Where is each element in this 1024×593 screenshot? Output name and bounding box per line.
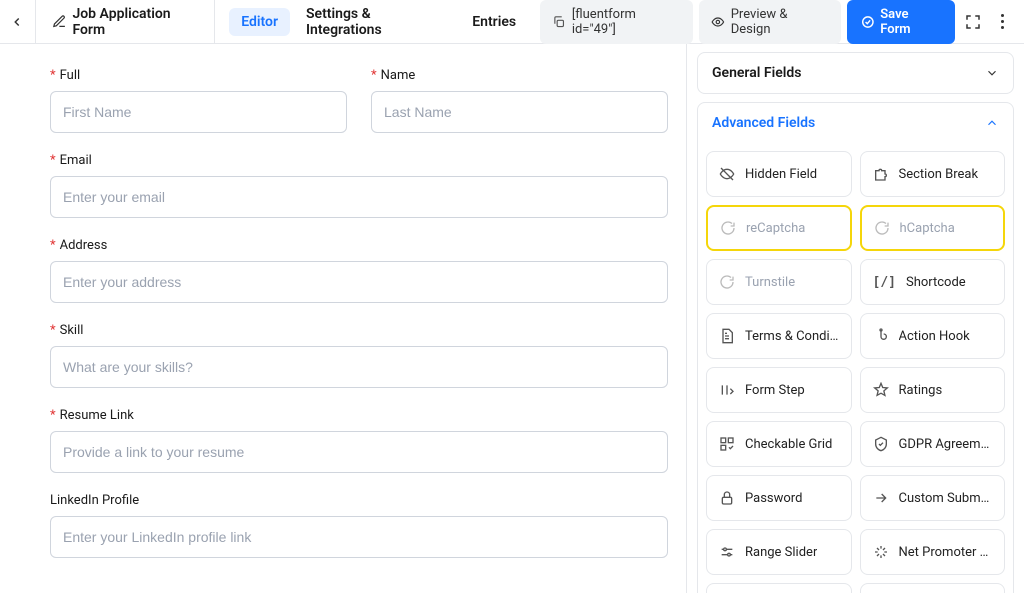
field-password[interactable]: Password	[706, 475, 852, 521]
tab-settings[interactable]: Settings & Integrations	[294, 0, 456, 44]
field-custom-submit[interactable]: Custom Submit ...	[860, 475, 1006, 521]
advanced-fields-grid: Hidden Field Section Break reCaptcha hCa…	[698, 143, 1013, 593]
arrow-right-icon	[873, 490, 889, 506]
field-skill[interactable]: *Skill	[50, 323, 668, 388]
lock-icon	[719, 490, 735, 506]
more-button[interactable]	[990, 10, 1014, 34]
label-address: *Address	[50, 238, 668, 253]
tab-entries[interactable]: Entries	[460, 8, 528, 36]
eye-off-icon	[719, 166, 735, 182]
field-checkable-grid[interactable]: Checkable Grid	[706, 421, 852, 467]
page-title-text: Job Application Form	[72, 6, 204, 38]
form-canvas: *Full *Name *Email *Address *Skill	[0, 44, 686, 593]
back-button[interactable]	[10, 0, 36, 44]
input-address[interactable]	[50, 261, 668, 303]
grid-icon	[719, 436, 735, 452]
field-hcaptcha[interactable]: hCaptcha	[860, 205, 1006, 251]
field-action-hook[interactable]: Action Hook	[860, 313, 1006, 359]
captcha-icon	[720, 220, 736, 236]
code-icon: [/]	[873, 275, 896, 290]
resume-row: *Resume Link	[50, 408, 668, 473]
captcha-icon	[719, 274, 735, 290]
preview-label: Preview & Design	[731, 7, 829, 37]
edit-icon	[52, 14, 67, 29]
email-row: *Email	[50, 153, 668, 218]
field-range-slider[interactable]: Range Slider	[706, 529, 852, 575]
label-resume: *Resume Link	[50, 408, 668, 423]
field-hidden[interactable]: Hidden Field	[706, 151, 852, 197]
preview-button[interactable]: Preview & Design	[699, 0, 841, 44]
field-section-break[interactable]: Section Break	[860, 151, 1006, 197]
slider-icon	[719, 544, 735, 560]
field-recaptcha[interactable]: reCaptcha	[706, 205, 852, 251]
tab-editor[interactable]: Editor	[229, 8, 290, 36]
field-color-picker[interactable]: Color Picker	[860, 583, 1006, 593]
field-resume[interactable]: *Resume Link	[50, 408, 668, 473]
field-address[interactable]: *Address	[50, 238, 668, 303]
field-terms[interactable]: Terms & Conditi...	[706, 313, 852, 359]
field-gdpr[interactable]: GDPR Agreement	[860, 421, 1006, 467]
input-resume[interactable]	[50, 431, 668, 473]
field-shortcode[interactable]: [/] Shortcode	[860, 259, 1006, 305]
label-name: *Name	[371, 68, 668, 83]
panel-advanced: Advanced Fields Hidden Field Section Bre…	[697, 102, 1014, 593]
sparkle-icon	[873, 544, 889, 560]
hook-icon	[873, 328, 889, 344]
copy-icon	[552, 15, 566, 29]
general-fields-toggle[interactable]: General Fields	[698, 53, 1013, 93]
star-icon	[873, 382, 889, 398]
fields-sidebar: General Fields Advanced Fields Hidden Fi…	[686, 44, 1024, 593]
shortcode-chip[interactable]: [fluentform id="49"]	[540, 0, 693, 44]
panel-general: General Fields	[697, 52, 1014, 94]
check-circle-icon	[861, 15, 875, 29]
field-name[interactable]: *Name	[371, 68, 668, 133]
main: *Full *Name *Email *Address *Skill	[0, 44, 1024, 593]
save-button[interactable]: Save Form	[847, 0, 955, 44]
input-linkedin[interactable]	[50, 516, 668, 558]
shield-icon	[873, 436, 889, 452]
field-email[interactable]: *Email	[50, 153, 668, 218]
input-email[interactable]	[50, 176, 668, 218]
field-linkedin[interactable]: LinkedIn Profile	[50, 493, 668, 558]
field-chained-select[interactable]: Chained Select	[706, 583, 852, 593]
eye-icon	[711, 15, 725, 29]
name-row: *Full *Name	[50, 68, 668, 133]
advanced-fields-toggle[interactable]: Advanced Fields	[698, 103, 1013, 143]
save-label: Save Form	[880, 7, 941, 37]
chevron-down-icon	[985, 66, 999, 80]
label-skill: *Skill	[50, 323, 668, 338]
general-fields-label: General Fields	[712, 65, 801, 81]
header-tabs: Editor Settings & Integrations Entries	[221, 0, 528, 44]
linkedin-row: LinkedIn Profile	[50, 493, 668, 558]
top-bar: Job Application Form Editor Settings & I…	[0, 0, 1024, 44]
page-title: Job Application Form	[42, 0, 216, 44]
step-icon	[719, 382, 735, 398]
label-email: *Email	[50, 153, 668, 168]
input-first-name[interactable]	[50, 91, 347, 133]
label-linkedin: LinkedIn Profile	[50, 493, 668, 508]
label-full: *Full	[50, 68, 347, 83]
expand-icon	[964, 13, 982, 31]
field-full[interactable]: *Full	[50, 68, 347, 133]
address-row: *Address	[50, 238, 668, 303]
input-last-name[interactable]	[371, 91, 668, 133]
field-form-step[interactable]: Form Step	[706, 367, 852, 413]
fullscreen-button[interactable]	[961, 10, 985, 34]
skill-row: *Skill	[50, 323, 668, 388]
field-net-promoter[interactable]: Net Promoter S...	[860, 529, 1006, 575]
field-ratings[interactable]: Ratings	[860, 367, 1006, 413]
input-skill[interactable]	[50, 346, 668, 388]
document-icon	[719, 328, 735, 344]
puzzle-icon	[873, 166, 889, 182]
chevron-up-icon	[985, 116, 999, 130]
field-turnstile[interactable]: Turnstile	[706, 259, 852, 305]
kebab-icon	[1001, 14, 1004, 29]
captcha-icon	[874, 220, 890, 236]
shortcode-text: [fluentform id="49"]	[572, 7, 681, 37]
advanced-fields-label: Advanced Fields	[712, 115, 815, 131]
